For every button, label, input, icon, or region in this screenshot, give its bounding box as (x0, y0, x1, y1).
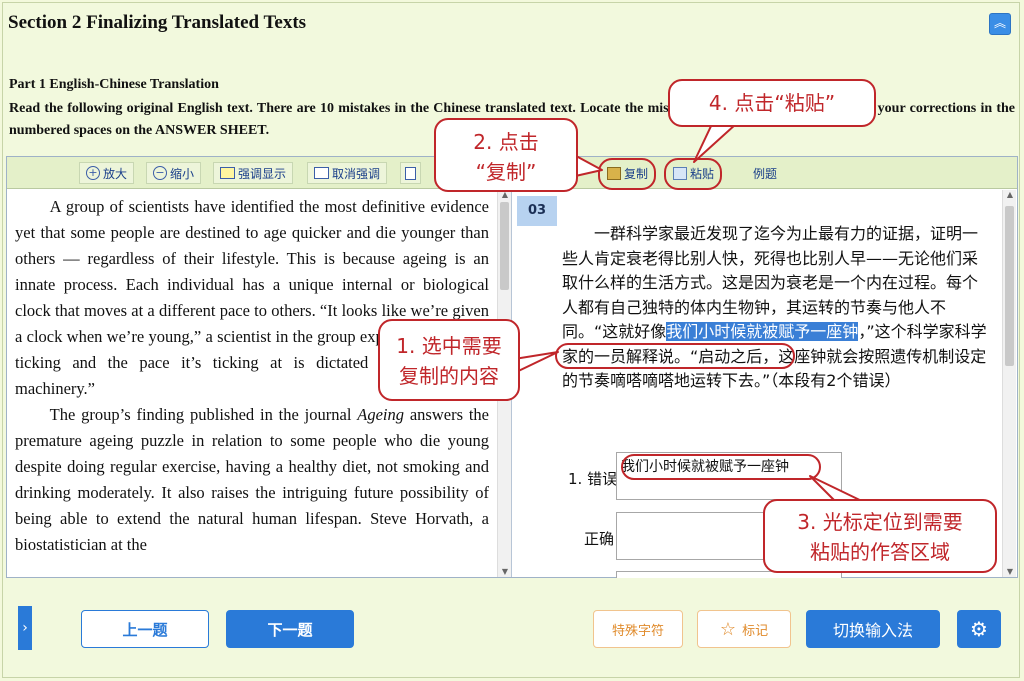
mark-button[interactable]: ☆ 标记 (697, 610, 791, 648)
translation-scroll-thumb[interactable] (1005, 206, 1014, 366)
unhighlight-button[interactable]: 取消强调 (307, 162, 388, 184)
example-label: 例题 (753, 166, 778, 181)
collapse-up-button[interactable]: ︽ (989, 13, 1011, 35)
error-label: 1. 错误 (568, 470, 618, 488)
unhighlight-label: 取消强调 (332, 166, 381, 181)
special-chars-button[interactable]: 特殊字符 (593, 610, 683, 648)
example-link[interactable]: 例题 (747, 162, 783, 184)
source-p2-start: The group’s finding published in the jou… (49, 405, 358, 424)
translation-scrollbar[interactable]: ▲ ▼ (1002, 190, 1016, 577)
answer-field-ring (621, 454, 821, 480)
gear-icon: ⚙ (970, 617, 988, 641)
annotation-step-1: 1. 选中需要 复制的内容 (378, 319, 520, 401)
highlight-icon (220, 167, 235, 179)
scroll-up-icon[interactable]: ▲ (1003, 190, 1017, 200)
journal-name: Ageing (357, 405, 404, 424)
settings-button[interactable]: ⚙ (957, 610, 1001, 648)
scroll-down-icon[interactable]: ▼ (1003, 567, 1017, 577)
annotation-step-4: 4. 点击“粘贴” (668, 79, 876, 127)
selection-highlight-ring (555, 343, 795, 369)
next-question-button[interactable]: 下一题 (226, 610, 354, 648)
highlight-button[interactable]: 强调显示 (213, 162, 294, 184)
copy-button-ring (598, 158, 656, 190)
selected-text[interactable]: 我们小时候就被赋予一座钟 (666, 322, 859, 341)
unhighlight-icon (314, 167, 329, 179)
star-icon: ☆ (719, 618, 737, 640)
paste-button-ring (664, 158, 722, 190)
plus-icon: + (86, 166, 100, 180)
prev-question-button[interactable]: 上一题 (81, 610, 209, 648)
minus-icon: − (153, 166, 167, 180)
zoom-in-button[interactable]: + 放大 (79, 162, 135, 184)
split-layout-button[interactable] (400, 162, 421, 184)
correct-label: 正确 (584, 530, 615, 548)
source-scroll-thumb[interactable] (500, 202, 509, 290)
zoom-out-button[interactable]: − 缩小 (146, 162, 202, 184)
side-panel-toggle[interactable]: › (18, 606, 32, 650)
source-paragraph-2: The group’s finding published in the jou… (15, 402, 489, 558)
mark-label: 标记 (742, 623, 769, 639)
section-title: Section 2 Finalizing Translated Texts (8, 12, 307, 33)
zoom-out-label: 缩小 (170, 166, 195, 181)
scroll-down-icon[interactable]: ▼ (498, 567, 511, 577)
split-layout-icon (405, 166, 416, 180)
zoom-in-label: 放大 (103, 166, 128, 181)
annotation-step-2: 2. 点击 “复制” (434, 118, 578, 192)
annotation-step-3: 3. 光标定位到需要 粘贴的作答区域 (763, 499, 997, 573)
source-p2-end: answers the premature ageing puzzle in r… (15, 405, 489, 554)
switch-input-method-button[interactable]: 切换输入法 (806, 610, 940, 648)
part-title: Part 1 English-Chinese Translation (9, 77, 219, 92)
question-number: 03 (517, 196, 557, 226)
highlight-label: 强调显示 (238, 166, 287, 181)
